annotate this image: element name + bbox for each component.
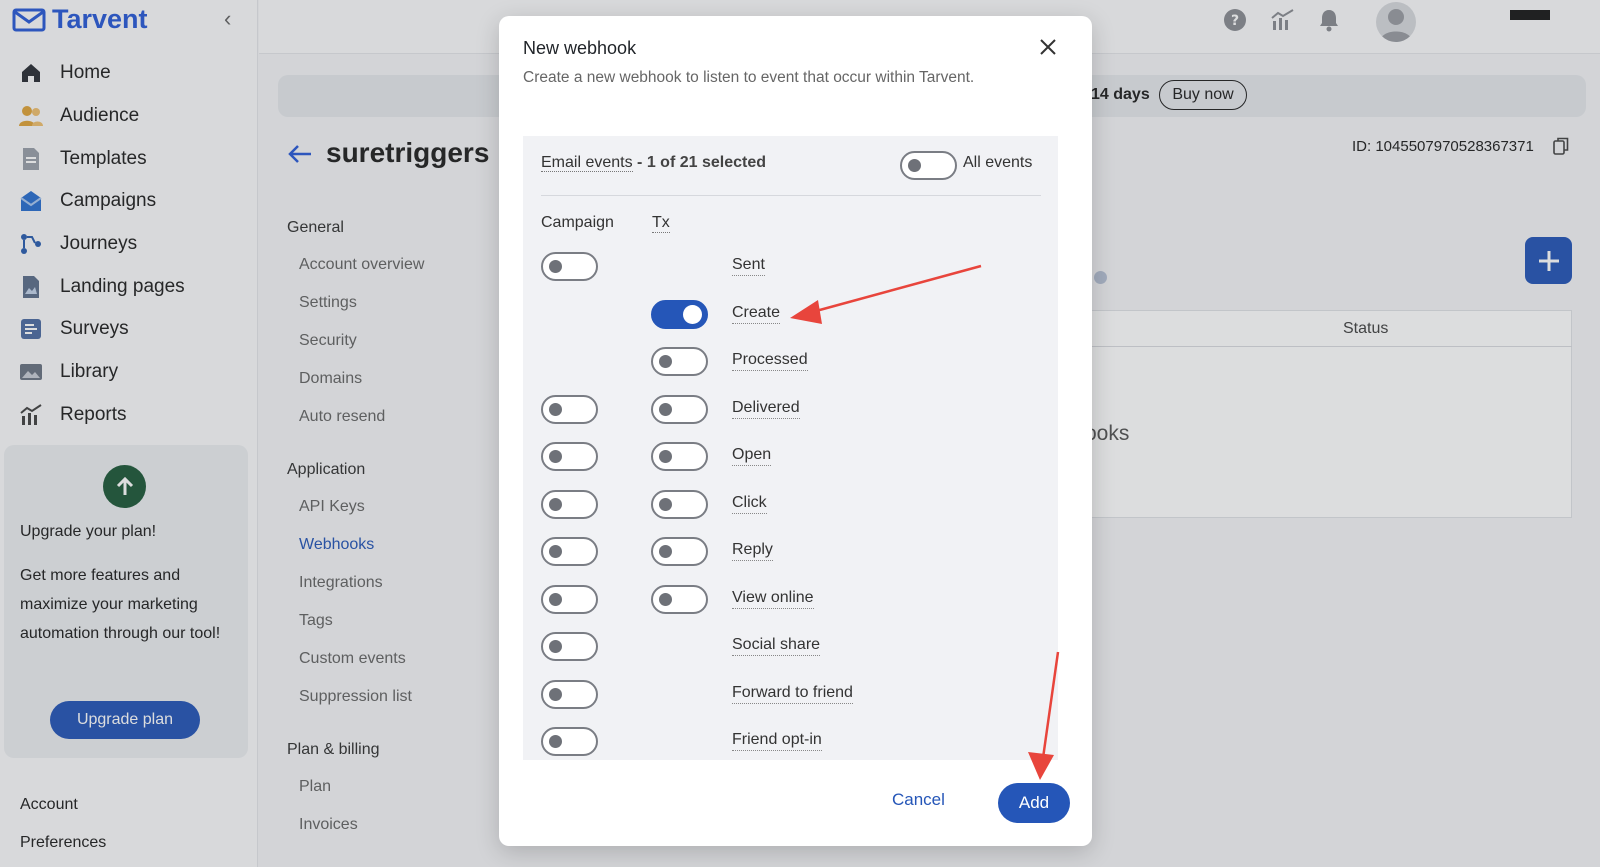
modal-description: Create a new webhook to listen to event … [523,69,975,86]
campaign-toggle-open[interactable] [541,442,598,471]
tx-toggle-reply[interactable] [651,537,708,566]
email-events-label[interactable]: Email events [541,154,633,172]
all-events-label: All events [963,154,1033,171]
event-label-processed: Processed [732,350,808,371]
event-label-click: Click [732,493,767,514]
campaign-toggle-friend-opt-in[interactable] [541,727,598,756]
cancel-button[interactable]: Cancel [892,790,945,810]
all-events-toggle[interactable] [900,151,957,180]
tx-column-header: Tx [652,214,670,233]
event-label-sent: Sent [732,255,765,276]
campaign-toggle-view-online[interactable] [541,584,598,614]
event-label-delivered: Delivered [732,398,800,419]
campaign-toggle-click[interactable] [541,489,598,519]
campaign-toggle-forward-to-friend[interactable] [541,679,598,709]
close-icon[interactable] [1039,38,1059,58]
add-button[interactable]: Add [998,783,1070,823]
new-webhook-modal: New webhook Create a new webhook to list… [499,16,1092,846]
campaign-toggle-reply[interactable] [541,537,598,566]
event-label-friend-opt-in: Friend opt-in [732,730,822,751]
tx-toggle-open[interactable] [651,442,708,471]
event-label-social-share: Social share [732,635,821,656]
tx-toggle-view-online[interactable] [651,584,708,614]
modal-title: New webhook [523,38,637,58]
tx-toggle-click[interactable] [651,489,708,519]
event-label-open: Open [732,445,772,466]
campaign-column-header: Campaign [541,214,614,231]
event-label-reply: Reply [732,540,773,561]
tx-toggle-create[interactable] [651,299,708,329]
campaign-toggle-sent[interactable] [541,252,598,281]
event-label-forward-to-friend: Forward to friend [732,683,853,704]
email-events-header: Email events - 1 of 21 selected [541,154,766,172]
campaign-toggle-social-share[interactable] [541,632,598,661]
tx-toggle-processed[interactable] [651,347,708,376]
selected-count: - 1 of 21 selected [637,154,766,171]
tx-toggle-delivered[interactable] [651,394,708,424]
campaign-toggle-delivered[interactable] [541,394,598,424]
event-label-create: Create [732,303,781,324]
events-panel: Email events - 1 of 21 selected All even… [523,136,1058,760]
event-label-view-online: View online [732,588,814,609]
